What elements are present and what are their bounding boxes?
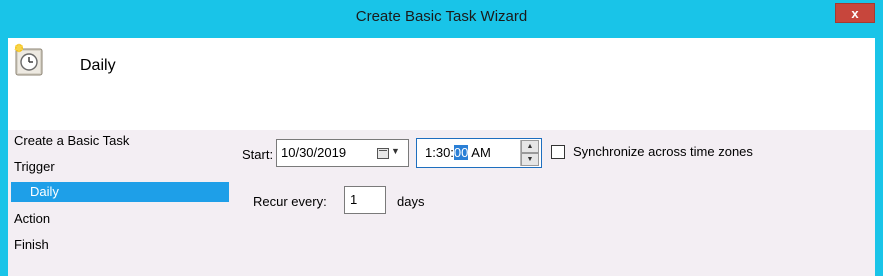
spin-down-icon[interactable]: ▼ [521,153,539,166]
recur-unit-label: days [397,194,425,209]
time-hour-minute: 1:30: [425,145,454,160]
close-button[interactable]: x [835,3,875,23]
time-seconds-selected[interactable]: 00 [453,145,469,160]
recur-every-input[interactable]: 1 [344,186,386,214]
start-time-picker[interactable]: 1:30:00 AM ▲ ▼ [416,138,542,168]
start-date-value: 10/30/2019 [281,145,347,160]
start-time-value[interactable]: 1:30:00 AM [425,145,491,160]
window-title: Create Basic Task Wizard [355,8,528,25]
clock-task-icon [14,43,43,76]
time-spinner[interactable]: ▲ ▼ [520,140,539,166]
nav-item-trigger[interactable]: Trigger [14,159,55,174]
recur-every-value: 1 [350,192,358,207]
wizard-header: Daily [8,38,875,130]
time-ampm: AM [468,145,491,160]
nav-item-create-basic-task[interactable]: Create a Basic Task [14,133,129,148]
nav-item-daily[interactable]: Daily [11,182,229,202]
recur-every-label: Recur every: [253,194,327,209]
calendar-icon[interactable] [377,148,389,159]
nav-item-action[interactable]: Action [14,211,50,226]
chevron-down-icon[interactable]: ▼ [391,146,400,156]
sync-time-zones-checkbox[interactable] [551,145,565,159]
start-label: Start: [242,147,274,162]
spin-up-icon[interactable]: ▲ [521,140,539,153]
nav-item-finish[interactable]: Finish [14,237,49,252]
start-date-picker[interactable]: 10/30/2019 ▼ [276,139,409,167]
sync-time-zones-label[interactable]: Synchronize across time zones [573,144,753,159]
page-title: Daily [80,57,116,74]
wizard-nav: Create a Basic Task Trigger Daily Action… [8,130,230,276]
title-bar[interactable]: Create Basic Task Wizard x [0,0,883,34]
